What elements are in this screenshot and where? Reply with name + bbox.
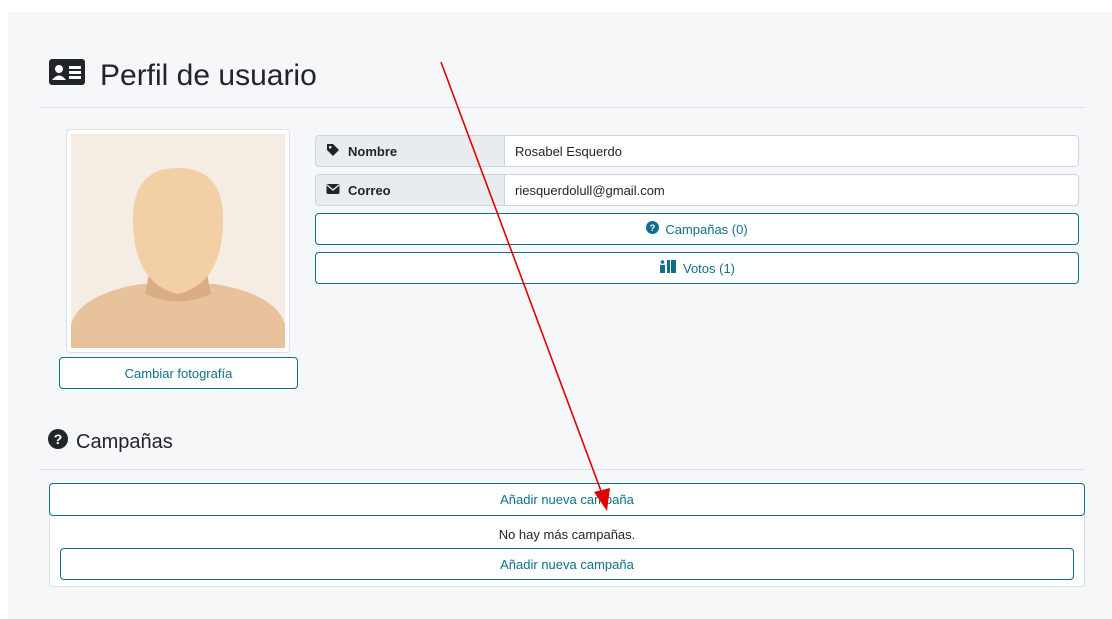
add-campaign-top-label: Añadir nueva campaña (500, 492, 634, 507)
change-photo-button[interactable]: Cambiar fotografía (59, 357, 298, 389)
question-circle-icon: ? (646, 221, 660, 237)
page-title: Perfil de usuario (48, 56, 317, 96)
title-divider (40, 107, 1085, 108)
add-campaign-bottom-button[interactable]: Añadir nueva campaña (60, 548, 1074, 580)
name-label-text: Nombre (348, 143, 398, 159)
email-field-row: Correo riesquerdolull@gmail.com (315, 174, 1079, 206)
campaigns-section-title-text: Campañas (76, 430, 173, 453)
svg-text:?: ? (650, 223, 656, 233)
name-field-label: Nombre (315, 135, 505, 167)
add-campaign-bottom-label: Añadir nueva campaña (500, 556, 634, 572)
email-value: riesquerdolull@gmail.com (505, 174, 1079, 206)
page-title-text: Perfil de usuario (100, 59, 317, 92)
email-label-text: Correo (348, 182, 391, 198)
change-photo-label: Cambiar fotografía (124, 365, 233, 381)
empty-campaigns-text: No hay más campañas. (498, 527, 636, 542)
avatar-placeholder-icon (71, 134, 285, 348)
email-value-text: riesquerdolull@gmail.com (515, 182, 665, 198)
name-field-row: Nombre Rosabel Esquerdo (315, 135, 1079, 167)
envelope-icon (326, 183, 340, 198)
svg-text:?: ? (54, 431, 63, 447)
name-value-text: Rosabel Esquerdo (515, 143, 622, 159)
campaigns-button[interactable]: ? Campañas (0) (315, 213, 1079, 245)
campaigns-divider (40, 469, 1085, 470)
name-value: Rosabel Esquerdo (505, 135, 1079, 167)
votes-button-label: Votos (1) (682, 260, 736, 276)
id-card-icon (48, 58, 86, 94)
question-circle-icon: ? (48, 429, 68, 455)
email-field-label: Correo (315, 174, 505, 206)
add-campaign-top-button[interactable]: Añadir nueva campaña (49, 483, 1085, 516)
tag-icon (326, 143, 340, 160)
campaigns-button-label: Campañas (0) (665, 221, 748, 237)
campaigns-section-title: ? Campañas (48, 428, 173, 456)
votes-button[interactable]: Votos (1) (315, 252, 1079, 284)
avatar (66, 129, 290, 353)
person-booth-icon (659, 260, 677, 276)
